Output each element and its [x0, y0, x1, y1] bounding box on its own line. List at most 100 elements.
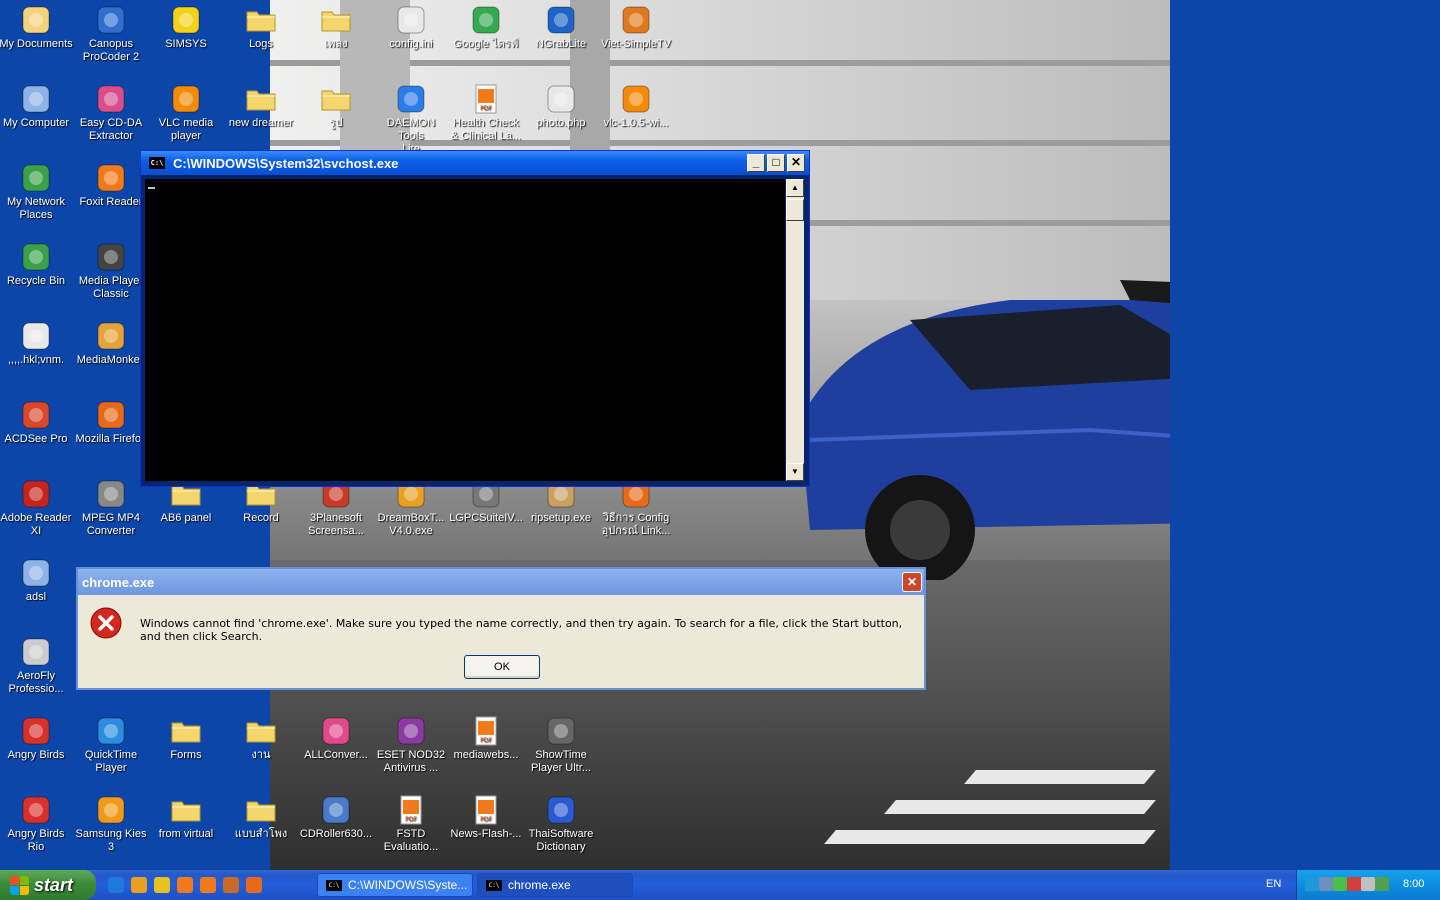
- security-icon[interactable]: [1361, 877, 1375, 891]
- desktop-icon[interactable]: vlc-1.0.5-wi...: [598, 83, 674, 130]
- desktop-icon[interactable]: ALLConver...: [298, 715, 374, 762]
- desktop-icon[interactable]: adsl: [0, 557, 74, 604]
- desktop-icon[interactable]: PDF Health Check & Clinical La...: [448, 83, 524, 143]
- desktop-icon[interactable]: QuickTime Player: [73, 715, 149, 775]
- desktop-icon[interactable]: My Documents: [0, 4, 74, 51]
- desktop-icon[interactable]: SIMSYS: [148, 4, 224, 51]
- desktop-icon[interactable]: PDF FSTD Evaluatio...: [373, 794, 449, 854]
- console-app-icon: C:\: [149, 157, 165, 169]
- desktop-icon[interactable]: Logs: [223, 4, 299, 51]
- desktop-icon[interactable]: My Network Places: [0, 162, 74, 222]
- desktop-icon[interactable]: MPEG MP4 Converter: [73, 478, 149, 538]
- folder-icon: [320, 4, 352, 36]
- desktop-icon[interactable]: DreamBoxT... V4.0.exe: [373, 478, 449, 538]
- desktop-icon[interactable]: รูป: [298, 83, 374, 130]
- taskbar-button[interactable]: C:\ chrome.exe: [477, 873, 633, 897]
- desktop-icon[interactable]: AeroFly Professio...: [0, 636, 74, 696]
- desktop-icon[interactable]: from virtual: [148, 794, 224, 841]
- desktop-icon[interactable]: งาน: [223, 715, 299, 762]
- network-icon: [20, 162, 52, 194]
- safely-remove-icon[interactable]: [1375, 877, 1389, 891]
- aerofly-icon: [20, 636, 52, 668]
- desktop-icon[interactable]: ,,,,.hkl;vnm.: [0, 320, 74, 367]
- foxit-icon[interactable]: [177, 877, 193, 893]
- dialog-close-button[interactable]: ✕: [902, 572, 922, 592]
- desktop-icon[interactable]: PDF News-Flash-...: [448, 794, 524, 841]
- console-titlebar[interactable]: C:\ C:\WINDOWS\System32\svchost.exe _ □ …: [141, 151, 809, 175]
- desktop-icon[interactable]: ShowTime Player Ultr...: [523, 715, 599, 775]
- desktop-icon-label: VLC media player: [158, 117, 214, 142]
- console-app-icon: C:\: [486, 879, 502, 891]
- scroll-thumb[interactable]: [786, 199, 804, 221]
- desktop-icon-label: รูป: [329, 117, 343, 129]
- desktop-icon[interactable]: วิธีการ Config อุปกรณ์ Link...: [598, 478, 674, 538]
- desktop-icon[interactable]: My Computer: [0, 83, 74, 130]
- desktop-icon[interactable]: Media Player Classic: [73, 241, 149, 301]
- desktop-icon[interactable]: ESET NOD32 Antivirus ...: [373, 715, 449, 775]
- procoder-icon: [95, 4, 127, 36]
- ok-button[interactable]: OK: [464, 655, 540, 679]
- desktop-icon[interactable]: Mozilla Firefox: [73, 399, 149, 446]
- desktop-icon[interactable]: Forms: [148, 715, 224, 762]
- desktop-icon[interactable]: NGrabLite: [523, 4, 599, 51]
- desktop-icon[interactable]: Recycle Bin: [0, 241, 74, 288]
- skype-icon[interactable]: [1305, 877, 1319, 891]
- desktop-icon[interactable]: Samsung Kies 3: [73, 794, 149, 854]
- chrome-icon[interactable]: [131, 877, 147, 893]
- minimize-button[interactable]: _: [747, 154, 765, 172]
- clock[interactable]: 8:00: [1403, 878, 1424, 890]
- desktop-icon[interactable]: 3Planesoft Screensa...: [298, 478, 374, 538]
- desktop-icon[interactable]: Foxit Reader: [73, 162, 149, 209]
- desktop-icon-label: Forms: [170, 749, 202, 761]
- desktop-icon[interactable]: Easy CD-DA Extractor: [73, 83, 149, 143]
- desktop-icon[interactable]: Adobe Reader XI: [0, 478, 74, 538]
- start-button[interactable]: start: [0, 870, 96, 900]
- desktop-icon[interactable]: Angry Birds: [0, 715, 74, 762]
- desktop-icon[interactable]: MediaMonkey: [73, 320, 149, 367]
- desktop-icon[interactable]: new dreamer: [223, 83, 299, 130]
- firefox-icon[interactable]: [246, 877, 262, 893]
- foxit-icon: [95, 162, 127, 194]
- console-scrollbar[interactable]: ▲ ▼: [786, 179, 804, 481]
- media-icon[interactable]: [154, 877, 170, 893]
- desktop-icon[interactable]: Google ไดรฟ์: [448, 4, 524, 51]
- console-window[interactable]: C:\ C:\WINDOWS\System32\svchost.exe _ □ …: [140, 150, 810, 487]
- desktop-icon[interactable]: Canopus ProCoder 2: [73, 4, 149, 64]
- volume-icon[interactable]: [1347, 877, 1361, 891]
- desktop-icon[interactable]: VLC media player: [148, 83, 224, 143]
- acdsee-icon: [20, 399, 52, 431]
- cd-icon: [95, 83, 127, 115]
- desktop-icon-label: Record: [243, 512, 279, 524]
- svg-text:PDF: PDF: [480, 105, 492, 112]
- foxit-pdf-icon[interactable]: [200, 877, 216, 893]
- network-tray-icon[interactable]: [1319, 877, 1333, 891]
- desktop-icon[interactable]: Angry Birds Rio: [0, 794, 74, 854]
- console-output-area[interactable]: [145, 179, 785, 481]
- maximize-button[interactable]: □: [767, 154, 785, 172]
- language-indicator[interactable]: EN: [1266, 878, 1281, 890]
- dialog-titlebar[interactable]: chrome.exe ✕: [78, 569, 924, 595]
- desktop-icon[interactable]: DAEMON Tools Lite: [373, 83, 449, 156]
- error-dialog[interactable]: chrome.exe ✕ Windows cannot find 'chrome…: [76, 567, 926, 690]
- desktop-icon[interactable]: PDF mediawebs...: [448, 715, 524, 762]
- desktop-icon[interactable]: photo.php: [523, 83, 599, 130]
- desktop-icon[interactable]: ThaiSoftware Dictionary: [523, 794, 599, 854]
- ie-icon[interactable]: [108, 877, 124, 893]
- clapper-icon: [95, 241, 127, 273]
- desktop-icon-label: งาน: [251, 749, 271, 761]
- close-button[interactable]: ✕: [787, 154, 805, 172]
- taskbar-button[interactable]: C:\ C:\WINDOWS\Syste...: [317, 873, 473, 897]
- desktop-icon[interactable]: config.ini: [373, 4, 449, 51]
- desktop-icon[interactable]: ACDSee Pro: [0, 399, 74, 446]
- scroll-down-arrow-icon[interactable]: ▼: [786, 463, 804, 481]
- scroll-up-arrow-icon[interactable]: ▲: [786, 179, 804, 197]
- desktop-icon[interactable]: Viet-SimpleTV: [598, 4, 674, 51]
- desktop-icon[interactable]: CDRoller630...: [298, 794, 374, 841]
- wireless-icon[interactable]: [1333, 877, 1347, 891]
- desktop-icon-label: My Network Places: [6, 196, 66, 221]
- desktop-icon[interactable]: เพลง: [298, 4, 374, 51]
- show-desktop-icon[interactable]: [223, 877, 239, 893]
- desktop-icon[interactable]: แบบสำโพง: [223, 794, 299, 841]
- desktop-icon-label: ,,,,.hkl;vnm.: [7, 354, 65, 366]
- vlc-icon: [620, 83, 652, 115]
